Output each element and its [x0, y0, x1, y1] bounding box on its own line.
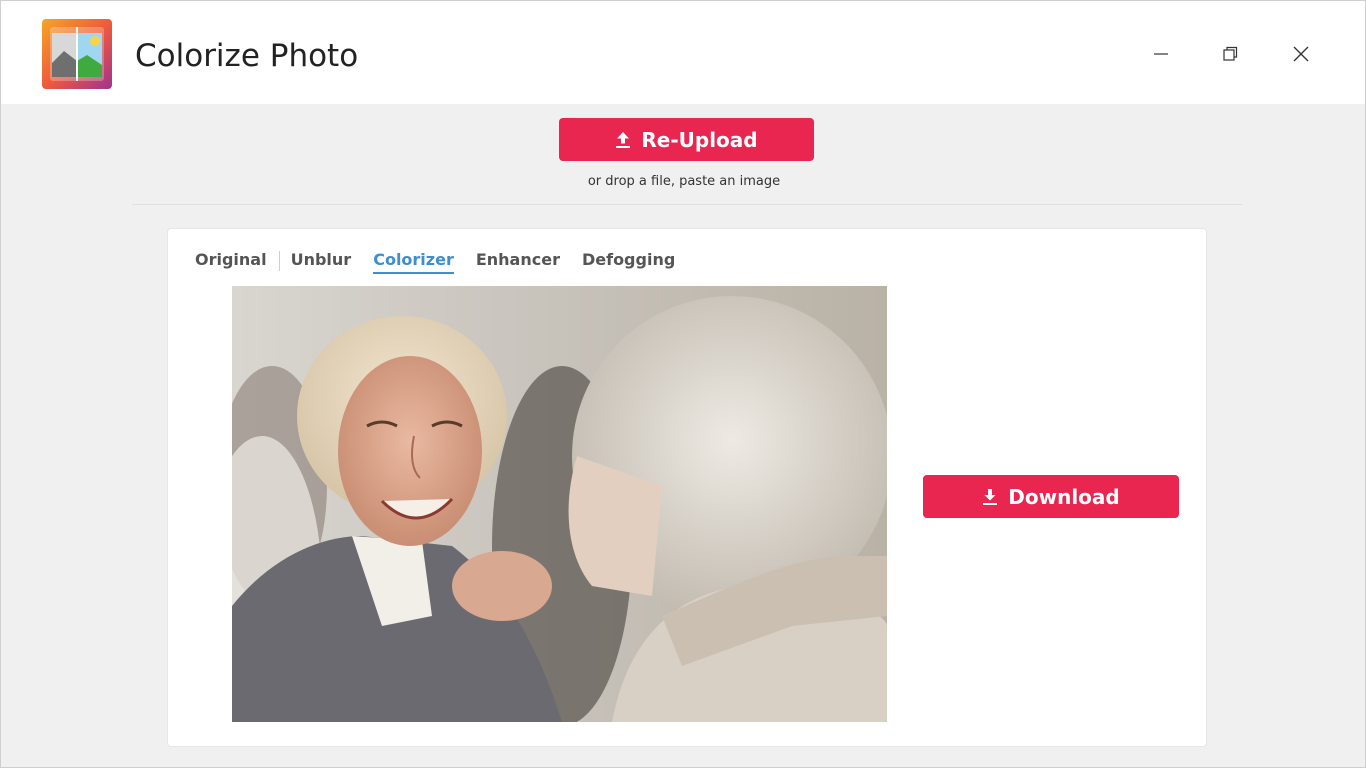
tab-original[interactable]: Original: [195, 250, 267, 272]
close-button[interactable]: [1278, 31, 1324, 77]
upload-hint: or drop a file, paste an image: [587, 174, 781, 189]
divider: [132, 204, 1242, 205]
download-arrow-icon: [983, 488, 998, 505]
restore-icon: [1223, 46, 1238, 61]
close-icon: [1293, 46, 1309, 62]
upload-arrow-icon: [616, 131, 631, 148]
colorized-photo: [232, 286, 887, 722]
download-button[interactable]: Download: [923, 475, 1179, 518]
title-bar: Colorize Photo: [1, 1, 1365, 104]
app-title: Colorize Photo: [135, 38, 359, 74]
restore-button[interactable]: [1207, 31, 1253, 77]
result-card: Original Unblur Colorizer Enhancer Defog…: [167, 228, 1207, 747]
tab-separator: [278, 251, 280, 271]
minimize-icon: [1154, 53, 1168, 55]
tab-colorizer[interactable]: Colorizer: [373, 250, 454, 274]
re-upload-label: Re-Upload: [641, 127, 758, 152]
tab-enhancer[interactable]: Enhancer: [476, 250, 560, 272]
landscape-photo-icon: [42, 19, 112, 89]
re-upload-button[interactable]: Re-Upload: [559, 118, 814, 161]
tab-unblur[interactable]: Unblur: [291, 250, 352, 272]
download-label: Download: [1008, 484, 1120, 509]
app-window: Colorize Photo Re-Upload or drop a file,…: [0, 0, 1366, 768]
minimize-button[interactable]: [1138, 31, 1184, 77]
tab-defogging[interactable]: Defogging: [582, 250, 675, 272]
mode-tabs: Original Unblur Colorizer Enhancer Defog…: [195, 249, 675, 274]
